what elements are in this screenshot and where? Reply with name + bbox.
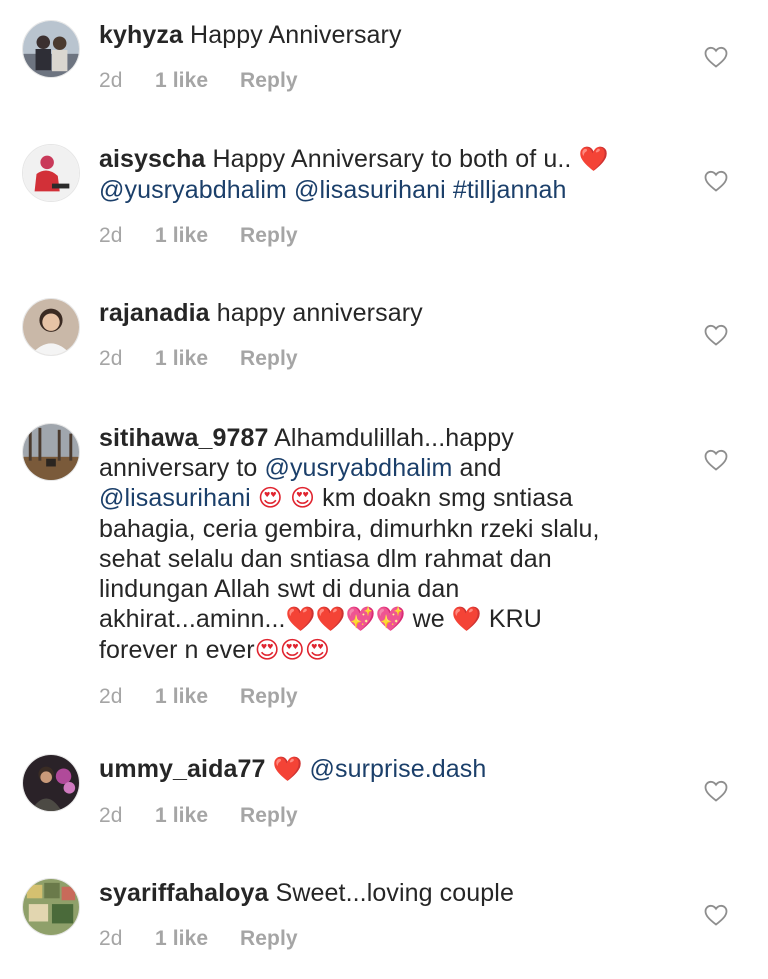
profile-photo-woman-flowers-icon bbox=[23, 755, 79, 811]
comment-text: sitihawa_9787 Alhamdulillah...happy anniv… bbox=[99, 423, 659, 666]
comment-text: syariffahaloya Sweet...loving couple bbox=[99, 878, 659, 908]
comment-text-segment: we bbox=[405, 605, 452, 633]
username-link[interactable]: rajanadia bbox=[99, 299, 210, 327]
comment-text-segment: Alhamdulillah...happy bbox=[274, 424, 514, 452]
like-heart-icon[interactable] bbox=[704, 904, 728, 926]
likes-count-link[interactable]: 1 like bbox=[155, 682, 208, 712]
avatar[interactable] bbox=[22, 423, 80, 481]
comment-text-segment: sehat selalu dan sntiasa dlm rahmat dan bbox=[99, 545, 552, 573]
like-heart-icon[interactable] bbox=[704, 170, 728, 192]
username-link[interactable]: ummy_aida77 bbox=[99, 755, 265, 783]
emoji: ❤️ bbox=[315, 606, 346, 633]
avatar[interactable] bbox=[22, 20, 80, 78]
like-heart-icon[interactable] bbox=[704, 46, 728, 68]
like-heart-icon[interactable] bbox=[704, 324, 728, 346]
comment-text-segment: forever n ever bbox=[99, 636, 255, 664]
comment-meta: 2d 1 like Reply bbox=[99, 924, 659, 952]
reply-button[interactable]: Reply bbox=[240, 221, 298, 251]
reply-button[interactable]: Reply bbox=[240, 924, 298, 954]
comment-text-segment: Sweet...loving couple bbox=[275, 879, 514, 907]
emoji: ❤️ bbox=[578, 146, 609, 173]
comment-meta: 2d 1 like Reply bbox=[99, 221, 659, 249]
likes-count-link[interactable]: 1 like bbox=[155, 924, 208, 954]
comment-meta: 2d 1 like Reply bbox=[99, 801, 659, 829]
comment-body: kyhyza Happy Anniversary 2d 1 like Reply bbox=[99, 20, 659, 94]
avatar[interactable] bbox=[22, 298, 80, 356]
emoji: ❤️ bbox=[285, 606, 316, 633]
likes-count-link[interactable]: 1 like bbox=[155, 801, 208, 831]
mention-link[interactable]: @lisasurihani bbox=[99, 484, 251, 512]
comment-time: 2d bbox=[99, 69, 123, 92]
comment-text-segment: akhirat...aminn... bbox=[99, 605, 286, 633]
profile-photo-woman-hijab-icon bbox=[23, 145, 79, 201]
reply-button[interactable]: Reply bbox=[240, 682, 298, 712]
emoji: 😍 bbox=[279, 637, 305, 664]
likes-count-link[interactable]: 1 like bbox=[155, 221, 208, 251]
comment-body: sitihawa_9787 Alhamdulillah...happy anniv… bbox=[99, 423, 659, 710]
comment-text-segment: KRU bbox=[481, 605, 542, 633]
comment-meta: 2d 1 like Reply bbox=[99, 66, 659, 94]
comment-time: 2d bbox=[99, 347, 123, 370]
comment-text-segment: Happy Anniversary to both of u.. bbox=[212, 145, 579, 173]
emoji: 💖 bbox=[345, 606, 376, 633]
profile-photo-landscape-icon bbox=[23, 424, 79, 480]
comment-text-segment bbox=[303, 755, 310, 783]
username-link[interactable]: sitihawa_9787 bbox=[99, 424, 268, 452]
comment-meta: 2d 1 like Reply bbox=[99, 682, 659, 710]
profile-photo-woman-icon bbox=[23, 299, 79, 355]
comment-time: 2d bbox=[99, 804, 123, 827]
mention-link[interactable]: @surprise.dash bbox=[310, 755, 487, 783]
like-heart-icon[interactable] bbox=[704, 449, 728, 471]
comment-text-segment: lindungan Allah swt di dunia dan bbox=[99, 575, 460, 603]
emoji: ❤️ bbox=[451, 606, 482, 633]
username-link[interactable]: syariffahaloya bbox=[99, 879, 269, 907]
mention-link[interactable]: @yusryabdhalim bbox=[99, 176, 287, 204]
comment-meta: 2d 1 like Reply bbox=[99, 344, 659, 372]
mention-link[interactable]: @yusryabdhalim bbox=[264, 454, 452, 482]
avatar[interactable] bbox=[22, 878, 80, 936]
emoji: 😍 bbox=[289, 485, 316, 512]
comment-body: aisyscha Happy Anniversary to both of u.… bbox=[99, 144, 659, 249]
emoji: 😍 bbox=[254, 637, 280, 664]
likes-count-link[interactable]: 1 like bbox=[155, 66, 208, 96]
emoji: 😍 bbox=[304, 637, 331, 664]
comment-text: aisyscha Happy Anniversary to both of u.… bbox=[99, 144, 659, 205]
username-link[interactable]: aisyscha bbox=[99, 145, 205, 173]
comment-time: 2d bbox=[99, 685, 123, 708]
comment-text-segment: km doakn smg sntiasa bbox=[315, 484, 573, 512]
comment-text-segment: Happy Anniversary bbox=[190, 21, 402, 49]
comment-text-segment: and bbox=[452, 454, 502, 482]
comment-text: kyhyza Happy Anniversary bbox=[99, 20, 659, 50]
comment-text: rajanadia happy anniversary bbox=[99, 298, 659, 328]
comment-text-segment bbox=[251, 484, 258, 512]
hashtag-link[interactable]: #tilljannah bbox=[453, 176, 567, 204]
comment-text-segment: happy anniversary bbox=[216, 299, 423, 327]
like-heart-icon[interactable] bbox=[704, 780, 728, 802]
comment-body: ummy_aida77 ❤️ @surprise.dash 2d 1 like … bbox=[99, 754, 659, 829]
comment-time: 2d bbox=[99, 927, 123, 950]
comment-text-segment bbox=[287, 176, 294, 204]
mention-link[interactable]: @lisasurihani bbox=[294, 176, 446, 204]
avatar[interactable] bbox=[22, 144, 80, 202]
avatar[interactable] bbox=[22, 754, 80, 812]
emoji: 😍 bbox=[257, 485, 283, 512]
likes-count-link[interactable]: 1 like bbox=[155, 344, 208, 374]
comment-body: rajanadia happy anniversary 2d 1 like Re… bbox=[99, 298, 659, 372]
emoji: ❤️ bbox=[272, 756, 303, 783]
profile-photo-collage-icon bbox=[23, 879, 79, 935]
comment-text-segment bbox=[446, 176, 453, 204]
reply-button[interactable]: Reply bbox=[240, 344, 298, 374]
profile-photo-couple-icon bbox=[23, 21, 79, 77]
comment-text-segment bbox=[283, 484, 290, 512]
comment-text-segment: bahagia, ceria gembira, dimurhkn rzeki s… bbox=[99, 515, 600, 543]
reply-button[interactable]: Reply bbox=[240, 801, 298, 831]
comment-body: syariffahaloya Sweet...loving couple 2d … bbox=[99, 878, 659, 952]
comment-text: ummy_aida77 ❤️ @surprise.dash bbox=[99, 754, 659, 785]
reply-button[interactable]: Reply bbox=[240, 66, 298, 96]
username-link[interactable]: kyhyza bbox=[99, 21, 183, 49]
emoji: 💖 bbox=[375, 606, 406, 633]
comment-time: 2d bbox=[99, 224, 123, 247]
comment-text-segment: anniversary to bbox=[99, 454, 265, 482]
